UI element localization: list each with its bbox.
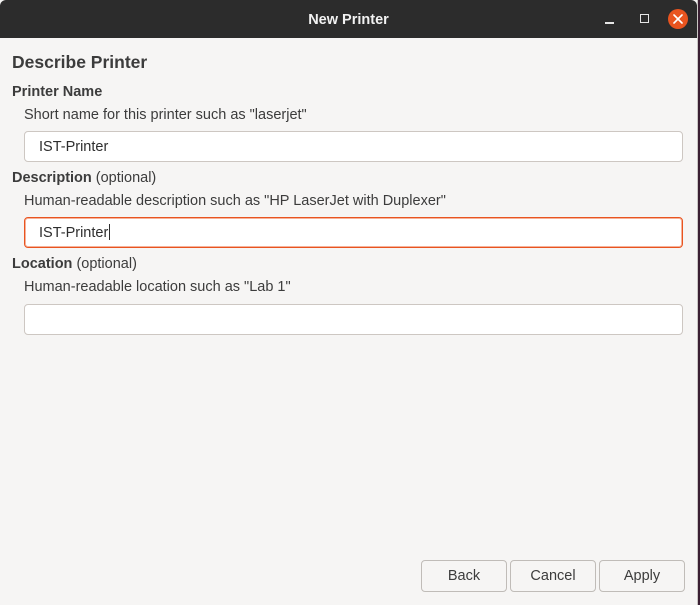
text-cursor — [109, 224, 111, 240]
minimize-icon — [605, 22, 614, 24]
window-title: New Printer — [308, 12, 389, 28]
description-label: Description (optional) — [12, 170, 156, 186]
printer-name-hint: Short name for this printer such as "las… — [24, 107, 307, 123]
printer-name-label-text: Printer Name — [12, 84, 103, 100]
description-value: IST-Printer — [39, 225, 109, 241]
description-label-text: Description — [12, 170, 92, 186]
description-optional-text: (optional) — [91, 170, 157, 186]
close-icon — [673, 14, 683, 24]
description-hint: Human-readable description such as "HP L… — [24, 193, 446, 209]
location-optional-text: (optional) — [72, 256, 137, 272]
apply-button[interactable]: Apply — [599, 560, 685, 592]
minimize-button[interactable] — [599, 8, 621, 30]
back-button[interactable]: Back — [421, 560, 507, 592]
location-label: Location (optional) — [12, 256, 137, 272]
close-button[interactable] — [668, 9, 688, 29]
title-bar[interactable]: New Printer — [0, 0, 697, 38]
description-value-wrap: IST-Printer — [39, 218, 111, 249]
printer-name-label: Printer Name — [12, 84, 102, 100]
page-heading: Describe Printer — [12, 52, 148, 72]
maximize-button[interactable] — [634, 8, 656, 30]
location-label-text: Location — [12, 256, 73, 272]
description-input[interactable]: IST-Printer — [24, 217, 683, 248]
cancel-button[interactable]: Cancel — [510, 560, 596, 592]
location-hint: Human-readable location such as "Lab 1" — [24, 279, 291, 295]
printer-name-input[interactable]: IST-Printer — [24, 131, 683, 162]
new-printer-window: New Printer Describe Printer Printer Nam… — [0, 0, 698, 605]
maximize-icon — [640, 14, 649, 23]
location-input[interactable] — [24, 304, 683, 335]
printer-name-value: IST-Printer — [39, 139, 109, 155]
